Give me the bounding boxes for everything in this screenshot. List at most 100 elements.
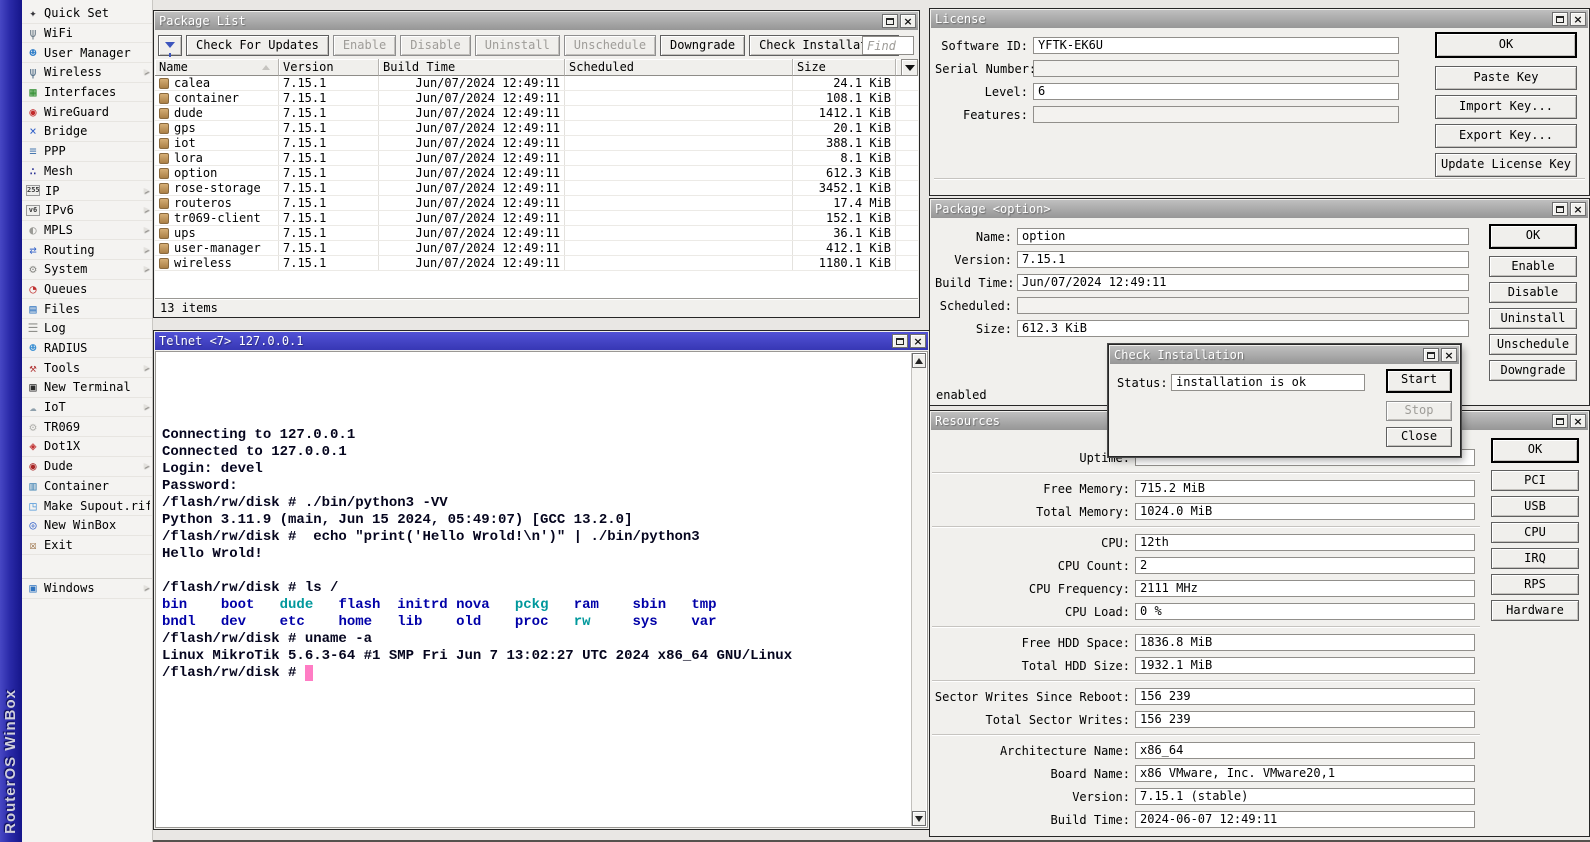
close-button[interactable]: × <box>910 334 926 348</box>
table-row[interactable]: wireless7.15.1Jun/07/2024 12:49:111180.1… <box>155 256 918 271</box>
table-row[interactable]: ups7.15.1Jun/07/2024 12:49:1136.1 KiB <box>155 226 918 241</box>
scheduled-field[interactable] <box>1017 297 1469 314</box>
find-input[interactable] <box>862 36 914 55</box>
sidebar-item-interfaces[interactable]: ▦Interfaces <box>22 83 152 103</box>
import-key-button[interactable]: Import Key... <box>1435 95 1577 119</box>
pci-button[interactable]: PCI <box>1491 470 1579 491</box>
close-button[interactable]: × <box>1570 202 1586 216</box>
free-memory-field[interactable]: 715.2 MiB <box>1135 480 1475 497</box>
total-hdd-size-field[interactable]: 1932.1 MiB <box>1135 657 1475 674</box>
sidebar-item-mesh[interactable]: ∴Mesh <box>22 162 152 182</box>
status-field[interactable]: installation is ok <box>1171 374 1365 391</box>
name-field[interactable]: option <box>1017 228 1469 245</box>
enable-button[interactable]: Enable <box>1489 256 1577 277</box>
column-header-scheduled[interactable]: Scheduled <box>565 59 793 76</box>
downgrade-button[interactable]: Downgrade <box>1489 360 1577 381</box>
table-row[interactable]: dude7.15.1Jun/07/2024 12:49:111412.1 KiB <box>155 106 918 121</box>
board-name-field[interactable]: x86 VMware, Inc. VMware20,1 <box>1135 765 1475 782</box>
close-button[interactable]: × <box>1570 414 1586 428</box>
license-titlebar[interactable]: License × <box>931 10 1588 28</box>
cpu-frequency-field[interactable]: 2111 MHz <box>1135 580 1475 597</box>
sidebar-item-wifi[interactable]: ψWiFi <box>22 24 152 44</box>
sidebar-item-user-manager[interactable]: ☻User Manager <box>22 43 152 63</box>
stop-button[interactable]: Stop <box>1386 401 1452 421</box>
telnet-titlebar[interactable]: Telnet <7> 127.0.0.1 × <box>155 332 928 350</box>
enable-button[interactable]: Enable <box>333 35 396 56</box>
sidebar-item-new-terminal[interactable]: ▣New Terminal <box>22 378 152 398</box>
sector-writes-since-reboot-field[interactable]: 156 239 <box>1135 688 1475 705</box>
sidebar-item-system[interactable]: ⚙System▶ <box>22 260 152 280</box>
check-installation-titlebar[interactable]: Check Installation × <box>1110 346 1459 364</box>
update-license-key-button[interactable]: Update License Key <box>1435 153 1577 177</box>
table-row[interactable]: calea7.15.1Jun/07/2024 12:49:1124.1 KiB <box>155 76 918 91</box>
table-row[interactable]: container7.15.1Jun/07/2024 12:49:11108.1… <box>155 91 918 106</box>
sidebar-item-files[interactable]: ▤Files <box>22 299 152 319</box>
table-row[interactable]: routeros7.15.1Jun/07/2024 12:49:1117.4 M… <box>155 196 918 211</box>
sidebar-item-ip[interactable]: 255IP▶ <box>22 181 152 201</box>
version-field[interactable]: 7.15.1 (stable) <box>1135 788 1475 805</box>
table-row[interactable]: gps7.15.1Jun/07/2024 12:49:1120.1 KiB <box>155 121 918 136</box>
size-field[interactable]: 612.3 KiB <box>1017 320 1469 337</box>
sidebar-item-mpls[interactable]: ◐MPLS▶ <box>22 221 152 241</box>
sidebar-item-ipv6[interactable]: v6IPv6▶ <box>22 201 152 221</box>
sidebar-item-log[interactable]: ☰Log <box>22 319 152 339</box>
serial-number-field[interactable] <box>1033 60 1399 77</box>
maximize-button[interactable] <box>1552 202 1568 216</box>
table-row[interactable]: lora7.15.1Jun/07/2024 12:49:118.1 KiB <box>155 151 918 166</box>
sidebar-item-wireguard[interactable]: ◉WireGuard <box>22 102 152 122</box>
level-field[interactable]: 6 <box>1033 83 1399 100</box>
column-menu-button[interactable] <box>901 59 918 76</box>
rps-button[interactable]: RPS <box>1491 574 1579 595</box>
sidebar-item-radius[interactable]: ☻RADIUS <box>22 339 152 359</box>
close-button[interactable]: × <box>900 14 916 28</box>
table-row[interactable]: iot7.15.1Jun/07/2024 12:49:11388.1 KiB <box>155 136 918 151</box>
check-for-updates-button[interactable]: Check For Updates <box>186 35 329 56</box>
sidebar-item-tools[interactable]: ⚒Tools▶ <box>22 358 152 378</box>
sidebar-item-exit[interactable]: ☒Exit <box>22 536 152 556</box>
column-header-size[interactable]: Size <box>793 59 896 76</box>
sidebar-item-windows[interactable]: ▣Windows▶ <box>22 579 152 599</box>
cpu-button[interactable]: CPU <box>1491 522 1579 543</box>
table-row[interactable]: tr069-client7.15.1Jun/07/2024 12:49:1115… <box>155 211 918 226</box>
build-time-field[interactable]: 2024-06-07 12:49:11 <box>1135 811 1475 828</box>
table-row[interactable]: option7.15.1Jun/07/2024 12:49:11612.3 Ki… <box>155 166 918 181</box>
unschedule-button[interactable]: Unschedule <box>564 35 656 56</box>
close-button[interactable]: Close <box>1386 427 1452 447</box>
close-button[interactable]: × <box>1441 348 1457 362</box>
sidebar-item-bridge[interactable]: ×Bridge <box>22 122 152 142</box>
disable-button[interactable]: Disable <box>1489 282 1577 303</box>
terminal-scrollbar[interactable] <box>911 353 926 826</box>
hardware-button[interactable]: Hardware <box>1491 600 1579 621</box>
maximize-button[interactable] <box>892 334 908 348</box>
column-header-name[interactable]: Name <box>155 59 279 76</box>
total-sector-writes-field[interactable]: 156 239 <box>1135 711 1475 728</box>
build-time-field[interactable]: Jun/07/2024 12:49:11 <box>1017 274 1469 291</box>
maximize-button[interactable] <box>1423 348 1439 362</box>
sidebar-item-tr069[interactable]: ⚙TR069 <box>22 417 152 437</box>
features-field[interactable] <box>1033 106 1399 123</box>
column-header-version[interactable]: Version <box>279 59 379 76</box>
close-button[interactable]: × <box>1570 12 1586 26</box>
usb-button[interactable]: USB <box>1491 496 1579 517</box>
sidebar-item-new-winbox[interactable]: ◎New WinBox <box>22 516 152 536</box>
cpu-field[interactable]: 12th <box>1135 534 1475 551</box>
uninstall-button[interactable]: Uninstall <box>1489 308 1577 329</box>
irq-button[interactable]: IRQ <box>1491 548 1579 569</box>
architecture-name-field[interactable]: x86_64 <box>1135 742 1475 759</box>
uninstall-button[interactable]: Uninstall <box>475 35 560 56</box>
disable-button[interactable]: Disable <box>400 35 471 56</box>
sidebar-item-routing[interactable]: ⇄Routing▶ <box>22 240 152 260</box>
sidebar-item-dude[interactable]: ◉Dude▶ <box>22 457 152 477</box>
sidebar-item-queues[interactable]: ◔Queues <box>22 280 152 300</box>
sidebar-item-container[interactable]: ▥Container <box>22 477 152 497</box>
scroll-up-button[interactable] <box>912 353 926 368</box>
maximize-button[interactable] <box>1552 12 1568 26</box>
unschedule-button[interactable]: Unschedule <box>1489 334 1577 355</box>
package-option-titlebar[interactable]: Package <option> × <box>931 200 1588 218</box>
terminal-content[interactable]: Connecting to 127.0.0.1Connected to 127.… <box>157 353 911 826</box>
free-hdd-space-field[interactable]: 1836.8 MiB <box>1135 634 1475 651</box>
cpu-load-field[interactable]: 0 % <box>1135 603 1475 620</box>
sidebar-item-make-supout-rif[interactable]: ◳Make Supout.rif <box>22 496 152 516</box>
maximize-button[interactable] <box>1552 414 1568 428</box>
table-row[interactable]: rose-storage7.15.1Jun/07/2024 12:49:1134… <box>155 181 918 196</box>
